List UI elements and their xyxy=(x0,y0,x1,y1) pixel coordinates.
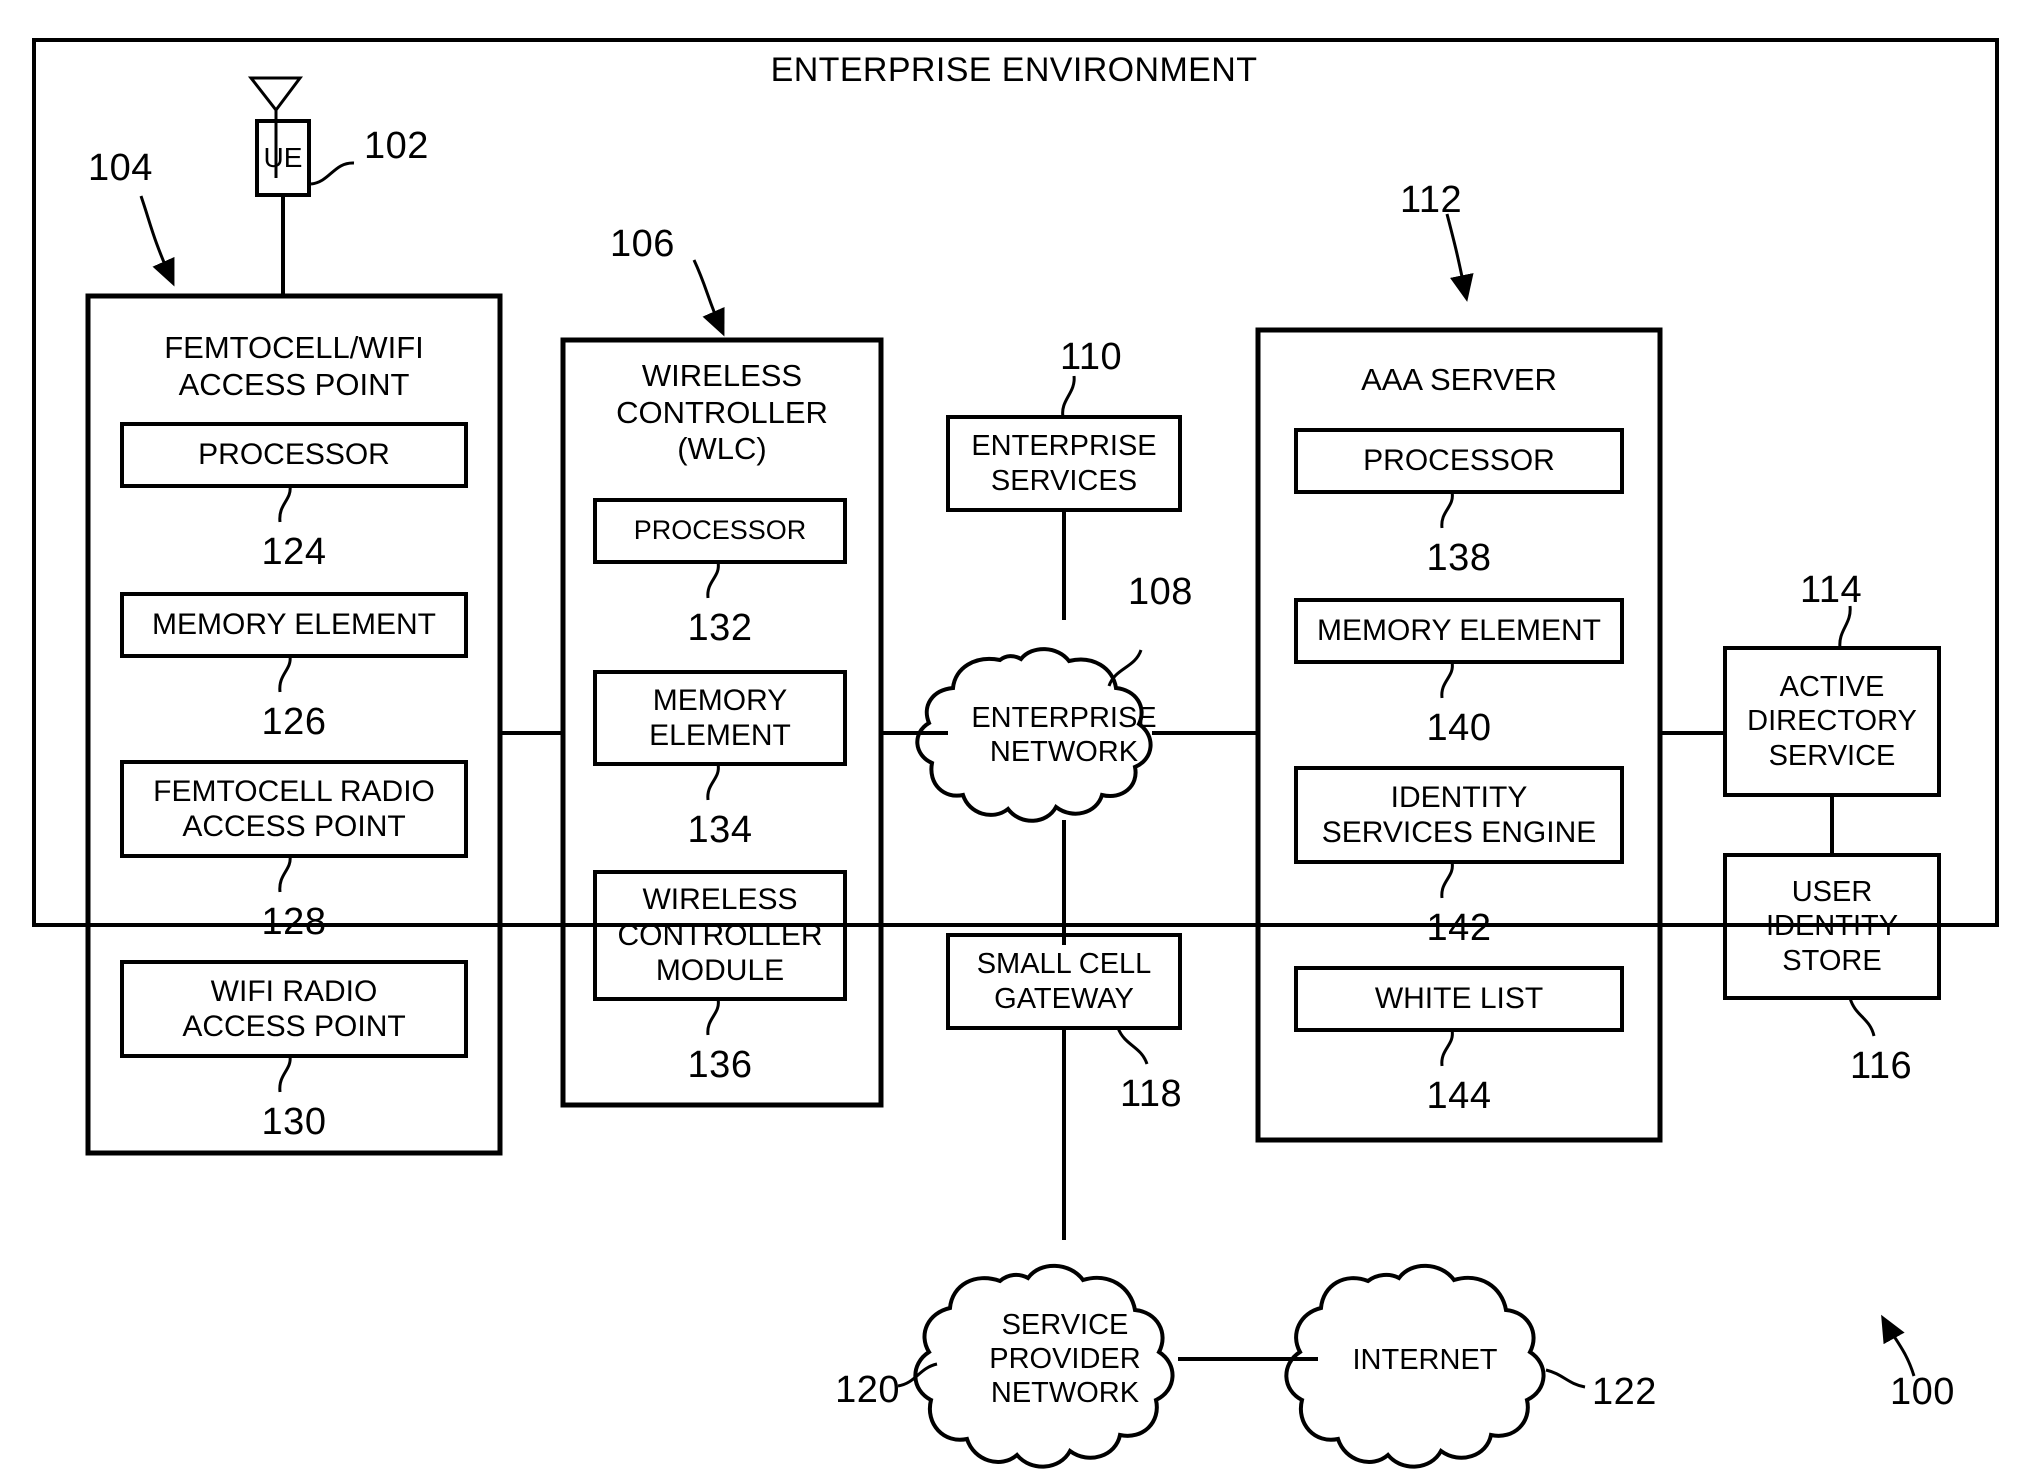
patent-figure-canvas: ENTERPRISE ENVIRONMENT UE 102 104 FEMTOC… xyxy=(0,0,2029,1475)
wifi-radio-ap-label: WIFI RADIO ACCESS POINT xyxy=(182,974,406,1043)
leader-138 xyxy=(1440,491,1454,529)
wlc-module-label: WIRELESS CONTROLLER MODULE xyxy=(617,883,823,988)
ref-138: 138 xyxy=(1426,537,1492,579)
ref-114: 114 xyxy=(1800,569,1863,611)
ue-label: UE xyxy=(263,142,303,174)
ref-110: 110 xyxy=(1060,336,1123,378)
leader-132 xyxy=(706,561,720,599)
white-list-label: WHITE LIST xyxy=(1374,982,1544,1016)
leader-128 xyxy=(278,855,292,893)
aaa-server-title: AAA SERVER xyxy=(1361,362,1557,397)
ref-106: 106 xyxy=(610,223,675,265)
leader-102 xyxy=(310,161,355,186)
leader-130 xyxy=(278,1055,292,1093)
ref-104: 104 xyxy=(88,147,153,189)
leader-122 xyxy=(1545,1368,1586,1389)
ref-118: 118 xyxy=(1120,1073,1183,1115)
femtocell-memory-label: MEMORY ELEMENT xyxy=(152,608,436,642)
ref-140: 140 xyxy=(1426,707,1492,749)
service-provider-network-label: SERVICE PROVIDER NETWORK xyxy=(989,1308,1141,1410)
user-identity-store-label: USER IDENTITY STORE xyxy=(1765,876,1899,977)
ref-134: 134 xyxy=(687,809,753,851)
ref-100: 100 xyxy=(1890,1371,1955,1413)
ref-126: 126 xyxy=(261,701,327,743)
aaa-processor-label: PROCESSOR xyxy=(1363,444,1555,478)
femtocell-radio-ap-label: FEMTOCELL RADIO ACCESS POINT xyxy=(153,774,435,843)
active-directory-service-label: ACTIVE DIRECTORY SERVICE xyxy=(1747,671,1917,772)
ref-142: 142 xyxy=(1426,907,1492,949)
small-cell-gateway-label: SMALL CELL GATEWAY xyxy=(976,948,1152,1015)
ref-112: 112 xyxy=(1400,179,1463,221)
page-title: ENTERPRISE ENVIRONMENT xyxy=(770,51,1258,89)
leader-134 xyxy=(706,763,720,801)
femtocell-ap-title: FEMTOCELL/WIFI ACCESS POINT xyxy=(164,330,424,402)
leader-124 xyxy=(278,485,292,523)
ref-108: 108 xyxy=(1128,571,1193,613)
ref-128: 128 xyxy=(261,901,327,943)
femtocell-processor-label: PROCESSOR xyxy=(198,438,390,472)
leader-110 xyxy=(1061,375,1076,418)
leader-100 xyxy=(1881,1314,1916,1377)
leader-136 xyxy=(706,998,720,1036)
enterprise-services-label: ENTERPRISE SERVICES xyxy=(971,430,1157,497)
enterprise-network-label: ENTERPRISE NETWORK xyxy=(971,701,1157,768)
ref-124: 124 xyxy=(261,531,327,573)
leader-112 xyxy=(1445,213,1474,302)
leader-140 xyxy=(1440,661,1454,699)
ref-130: 130 xyxy=(261,1101,327,1143)
identity-services-engine-label: IDENTITY SERVICES ENGINE xyxy=(1321,780,1597,849)
leader-116 xyxy=(1848,997,1876,1037)
ref-120: 120 xyxy=(835,1369,900,1411)
aaa-memory-label: MEMORY ELEMENT xyxy=(1317,614,1601,648)
ref-102: 102 xyxy=(364,125,429,167)
leader-142 xyxy=(1440,861,1454,899)
leader-144 xyxy=(1440,1029,1454,1067)
leader-126 xyxy=(278,655,292,693)
ref-122: 122 xyxy=(1592,1371,1657,1413)
ref-116: 116 xyxy=(1850,1045,1913,1087)
wlc-memory-label: MEMORY ELEMENT xyxy=(649,683,791,752)
leader-104 xyxy=(139,195,175,287)
ref-144: 144 xyxy=(1426,1075,1492,1117)
ref-132: 132 xyxy=(687,607,753,649)
leader-106 xyxy=(692,259,725,337)
leader-118 xyxy=(1116,1027,1149,1065)
wlc-title: WIRELESS CONTROLLER (WLC) xyxy=(616,358,828,467)
ref-136: 136 xyxy=(687,1044,753,1086)
internet-label: INTERNET xyxy=(1352,1343,1498,1376)
wlc-processor-label: PROCESSOR xyxy=(633,515,807,546)
